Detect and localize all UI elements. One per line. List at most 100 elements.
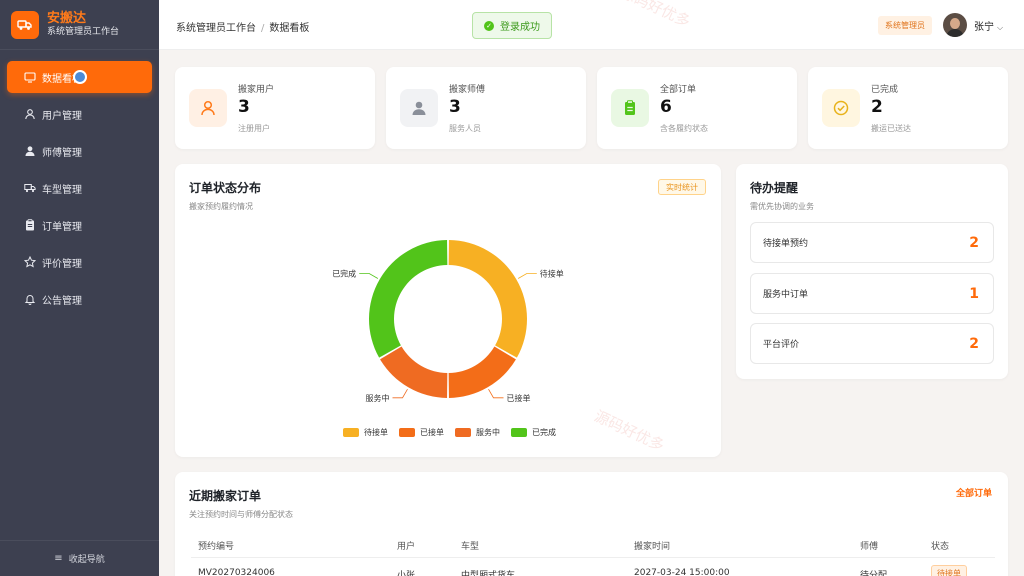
- all-orders-link[interactable]: 全部订单: [956, 486, 992, 499]
- panel-title: 近期搬家订单: [189, 489, 262, 503]
- sidebar: 安搬达 系统管理员工作台 数据看板 用户管理 师傅管理 车型管理 订单管理 评价…: [0, 0, 159, 576]
- stat-card-completed: 已完成 2 搬运已送达: [808, 67, 1008, 149]
- todo-label: 待接单预约: [763, 239, 809, 249]
- breadcrumb: 系统管理员工作台 / 数据看板: [176, 19, 309, 34]
- todo-panel: 待办提醒 需优先协调的业务 待接单预约 2 服务中订单 1 平台评价 2: [736, 164, 1008, 379]
- brand[interactable]: 安搬达 系统管理员工作台: [0, 0, 159, 50]
- sidebar-nav: 数据看板 用户管理 师傅管理 车型管理 订单管理 评价管理 公告管理: [0, 50, 159, 315]
- stat-card-users: 搬家用户 3 注册用户: [175, 67, 375, 149]
- stat-label: 搬家用户: [238, 85, 275, 95]
- column-header: 状态: [931, 542, 950, 552]
- order-id: MV20270324006: [198, 568, 275, 576]
- slice-label: 已接单: [507, 393, 531, 403]
- sidebar-item-orders[interactable]: 订单管理: [7, 209, 152, 241]
- legend-label: 已接单: [420, 428, 444, 437]
- status-badge: 待接单: [931, 565, 967, 576]
- column-header: 用户: [397, 542, 416, 552]
- avatar[interactable]: [943, 13, 967, 37]
- order-status-panel: 订单状态分布 搬家预约履约情况 实时统计 待接单 已接单 服务中 已完成 待接单 已接…: [175, 164, 721, 457]
- table-row[interactable]: MV20270324006 小张 中型厢式货车 2027-03-24 15:00…: [191, 559, 995, 576]
- stat-subtext: 注册用户: [238, 124, 270, 133]
- menu-icon: ≡: [54, 553, 63, 564]
- label-leader-line: [517, 273, 537, 279]
- sidebar-item-users[interactable]: 用户管理: [7, 98, 152, 130]
- top-header: 系统管理员工作台 / 数据看板 ✓ 登录成功 系统管理员 张宁 ⌵: [159, 0, 1024, 50]
- donut-slice[interactable]: [369, 240, 448, 358]
- check-circle-icon: [822, 89, 860, 127]
- legend-item[interactable]: 已完成: [511, 427, 556, 438]
- bell-icon: [24, 293, 36, 305]
- slice-label: 已完成: [332, 269, 356, 279]
- todo-count: 1: [969, 285, 979, 302]
- legend-swatch: [511, 428, 527, 437]
- cursor-indicator: [73, 70, 87, 84]
- legend-item[interactable]: 待接单: [343, 427, 388, 438]
- breadcrumb-root[interactable]: 系统管理员工作台: [176, 23, 256, 34]
- todo-item-pending[interactable]: 待接单预约 2: [750, 222, 994, 263]
- column-header: 师傅: [860, 542, 879, 552]
- user-name: 张宁: [974, 22, 994, 33]
- donut-chart: 待接单已接单 服务中 已完成: [332, 240, 564, 403]
- sidebar-item-reviews[interactable]: 评价管理: [7, 246, 152, 278]
- donut-slice[interactable]: [380, 346, 448, 398]
- panel-title: 待办提醒: [750, 181, 799, 195]
- stat-value: 6: [660, 97, 672, 117]
- brand-title: 安搬达: [47, 10, 87, 26]
- sidebar-item-workers[interactable]: 师傅管理: [7, 135, 152, 167]
- todo-item-reviews[interactable]: 平台评价 2: [750, 323, 994, 364]
- sidebar-item-label: 评价管理: [42, 258, 82, 270]
- legend-swatch: [455, 428, 471, 437]
- breadcrumb-current: 数据看板: [269, 23, 310, 34]
- legend-swatch: [343, 428, 359, 437]
- sidebar-item-label: 公告管理: [42, 295, 82, 307]
- user-menu[interactable]: 张宁 ⌵: [974, 18, 1003, 33]
- todo-count: 2: [969, 335, 979, 352]
- stat-subtext: 含各履约状态: [660, 124, 708, 133]
- slice-label: 待接单: [540, 269, 564, 279]
- stat-value: 3: [449, 97, 461, 117]
- order-vehicle: 中型厢式货车: [461, 571, 516, 576]
- login-success-toast: ✓ 登录成功: [472, 12, 552, 39]
- legend-label: 服务中: [476, 428, 500, 437]
- donut-slice[interactable]: [448, 346, 516, 398]
- donut-slice[interactable]: [448, 240, 527, 358]
- stat-subtext: 搬运已送达: [871, 124, 911, 133]
- legend-item[interactable]: 已接单: [399, 427, 444, 438]
- clipboard-icon: [24, 219, 36, 231]
- stat-label: 搬家师傅: [449, 85, 486, 95]
- slice-label: 服务中: [366, 393, 390, 403]
- sidebar-item-dashboard[interactable]: 数据看板: [7, 61, 152, 93]
- role-badge: 系统管理员: [878, 16, 932, 35]
- label-leader-line: [488, 388, 504, 399]
- legend-label: 待接单: [364, 428, 388, 437]
- table-header: 预约编号 用户 车型 搬家时间 师傅 状态: [191, 532, 995, 558]
- star-icon: [24, 256, 36, 268]
- todo-label: 服务中订单: [763, 290, 809, 300]
- legend-item[interactable]: 服务中: [455, 427, 500, 438]
- stat-value: 3: [238, 97, 250, 117]
- legend-label: 已完成: [532, 428, 556, 437]
- order-worker: 待分配: [860, 571, 888, 576]
- stat-card-orders: 全部订单 6 含各履约状态: [597, 67, 797, 149]
- user-icon: [24, 108, 36, 120]
- stat-value: 2: [871, 97, 883, 117]
- panel-subtitle: 关注预约时间与师傅分配状态: [189, 510, 293, 519]
- column-header: 预约编号: [198, 542, 235, 552]
- todo-item-in-service[interactable]: 服务中订单 1: [750, 273, 994, 314]
- order-user: 小张: [397, 571, 416, 576]
- stat-label: 全部订单: [660, 85, 697, 95]
- truck-icon: [24, 182, 36, 194]
- label-leader-line: [392, 388, 408, 399]
- sidebar-item-label: 订单管理: [42, 221, 82, 233]
- stat-label: 已完成: [871, 85, 899, 95]
- sidebar-item-vehicles[interactable]: 车型管理: [7, 172, 152, 204]
- toast-text: 登录成功: [500, 22, 540, 33]
- column-header: 车型: [461, 542, 480, 552]
- order-time: 2027-03-24 15:00:00: [634, 568, 730, 576]
- sidebar-item-announcements[interactable]: 公告管理: [7, 283, 152, 315]
- dashboard-icon: [24, 71, 36, 83]
- sidebar-item-label: 用户管理: [42, 110, 82, 122]
- collapse-nav-button[interactable]: ≡ 收起导航: [0, 540, 159, 576]
- truck-logo-icon: [11, 10, 39, 39]
- todo-count: 2: [969, 234, 979, 251]
